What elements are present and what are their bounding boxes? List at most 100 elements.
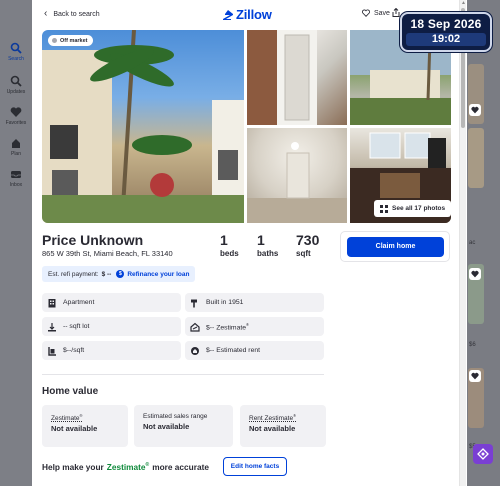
time-text: 19:02 xyxy=(406,33,486,46)
background-heart-icon[interactable] xyxy=(469,268,481,280)
sqft-value: 730 xyxy=(296,232,320,248)
chevron-left-icon: ‹ xyxy=(44,8,48,19)
background-card-image xyxy=(468,128,484,188)
building-icon xyxy=(48,298,56,307)
beds-value: 1 xyxy=(220,232,228,248)
save-button[interactable]: Save xyxy=(362,9,390,17)
registered-mark: ® xyxy=(293,413,297,418)
sales-range-card[interactable]: Estimated sales range Not available xyxy=(134,405,233,447)
rail-label: Inbox xyxy=(9,182,23,188)
bell-search-icon xyxy=(10,75,22,87)
heart-icon xyxy=(10,107,22,117)
registered-mark: ® xyxy=(246,321,249,327)
zestimate-card[interactable]: Zestimate® Not available xyxy=(42,405,128,447)
grid-icon xyxy=(380,204,388,213)
fact-year-built: Built in 1951 xyxy=(185,293,324,312)
modal-scrollbar[interactable]: ▲ xyxy=(459,0,466,486)
save-label: Save xyxy=(374,9,390,17)
baths-label: baths xyxy=(257,249,279,258)
fact-estimated-rent: $-- Estimated rent xyxy=(185,341,324,360)
back-to-search-link[interactable]: ‹ Back to search xyxy=(44,9,100,19)
modal-topbar: ‹ Back to search Zillow Save xyxy=(32,0,459,30)
card-value: Not available xyxy=(51,424,98,434)
photo-room[interactable] xyxy=(247,128,347,223)
fact-text: Apartment xyxy=(63,299,95,306)
zillow-logo[interactable]: Zillow xyxy=(222,7,272,22)
zillow-logo-icon xyxy=(223,9,233,20)
fact-text: $--/sqft xyxy=(63,347,85,354)
dollar-badge-icon: $ xyxy=(116,270,125,278)
registered-mark: ® xyxy=(145,462,150,469)
share-icon[interactable] xyxy=(392,8,400,17)
zestimate-brand-text: Zestimate xyxy=(106,462,146,472)
plan-icon xyxy=(12,139,20,148)
assistant-extension-icon[interactable] xyxy=(473,444,493,464)
fact-home-type: Apartment xyxy=(42,293,181,312)
status-label: Off market xyxy=(60,37,88,44)
rail-label: Favorites xyxy=(5,120,27,126)
photo-doorway[interactable] xyxy=(247,30,347,125)
card-value: Not available xyxy=(249,424,296,434)
claim-home-button[interactable]: Claim home xyxy=(347,237,444,257)
fact-text: Built in 1951 xyxy=(206,299,244,306)
help-prefix: Help make your xyxy=(42,462,104,472)
rail-item-updates[interactable]: Updates xyxy=(0,75,32,95)
fact-lot-size: -- sqft lot xyxy=(42,317,181,336)
card-value: Not available xyxy=(143,422,190,431)
section-divider xyxy=(42,374,324,375)
help-suffix: more accurate xyxy=(152,462,209,472)
background-text: $6 xyxy=(469,342,476,348)
rail-item-plan[interactable]: Plan xyxy=(0,137,32,157)
zestimate-house-icon xyxy=(190,322,200,332)
datetime-overlay: 18 Sep 2026 19:02 xyxy=(400,12,492,52)
rent-icon xyxy=(191,346,199,355)
off-market-badge: Off market xyxy=(48,35,93,46)
zestimate-brand: Zestimate® xyxy=(107,462,149,472)
refinance-link[interactable]: Refinance your loan xyxy=(127,271,189,278)
heart-outline-icon xyxy=(362,9,370,17)
hammer-icon xyxy=(191,299,197,307)
rail-item-search[interactable]: Search xyxy=(0,38,32,62)
refi-value: $ -- xyxy=(101,270,112,278)
rail-item-inbox[interactable]: Inbox xyxy=(0,168,32,188)
claim-home-panel: Claim home xyxy=(340,231,450,262)
fact-text: -- sqft lot xyxy=(63,323,90,330)
logo-text: Zillow xyxy=(236,7,272,22)
card-title: Estimated sales range xyxy=(143,413,208,420)
price-heading: Price Unknown xyxy=(42,232,144,248)
refi-label: Est. refi payment: xyxy=(48,270,99,278)
beds-label: beds xyxy=(220,249,239,258)
card-title: Rent Zestimate® xyxy=(249,413,317,422)
back-label: Back to search xyxy=(53,10,100,18)
see-all-label: See all 17 photos xyxy=(392,205,446,212)
rail-label: Updates xyxy=(6,89,26,95)
address-text: 865 W 39th St, Miami Beach, FL 33140 xyxy=(42,249,173,258)
fact-zestimate: $-- Zestimate® xyxy=(185,317,324,336)
fact-zestimate-text: $-- Zestimate xyxy=(206,324,247,332)
scroll-up-arrow-icon[interactable]: ▲ xyxy=(460,0,467,6)
see-all-photos-button[interactable]: See all 17 photos xyxy=(374,200,452,217)
main-photo[interactable] xyxy=(42,30,244,223)
card-title-text: Zestimate xyxy=(51,415,80,423)
fact-price-per-sqft: $--/sqft xyxy=(42,341,181,360)
beds-stat: 1 beds xyxy=(220,232,239,258)
fact-text: $-- Estimated rent xyxy=(206,347,261,354)
sqft-label: sqft xyxy=(296,249,311,258)
building-palm-photo xyxy=(42,30,244,223)
refi-payment-bar: Est. refi payment: $ -- $ Refinance your… xyxy=(42,266,196,282)
card-title: Zestimate® xyxy=(51,413,119,422)
rail-label: Search xyxy=(8,56,24,62)
edit-home-facts-button[interactable]: Edit home facts xyxy=(223,457,287,476)
help-zestimate-text: Help make your Zestimate® more accurate xyxy=(42,462,209,472)
background-heart-icon[interactable] xyxy=(469,104,481,116)
sqft-stat: 730 sqft xyxy=(296,232,319,258)
date-text: 18 Sep 2026 xyxy=(410,17,482,31)
lot-icon xyxy=(48,322,56,331)
inbox-icon xyxy=(11,171,21,178)
status-dot-icon xyxy=(52,38,57,43)
rail-label: Plan xyxy=(10,151,21,157)
rail-item-favorites[interactable]: Favorites xyxy=(0,106,32,126)
background-heart-icon[interactable] xyxy=(469,370,481,382)
rent-zestimate-card[interactable]: Rent Zestimate® Not available xyxy=(240,405,326,447)
price-per-sqft-icon xyxy=(48,346,56,356)
